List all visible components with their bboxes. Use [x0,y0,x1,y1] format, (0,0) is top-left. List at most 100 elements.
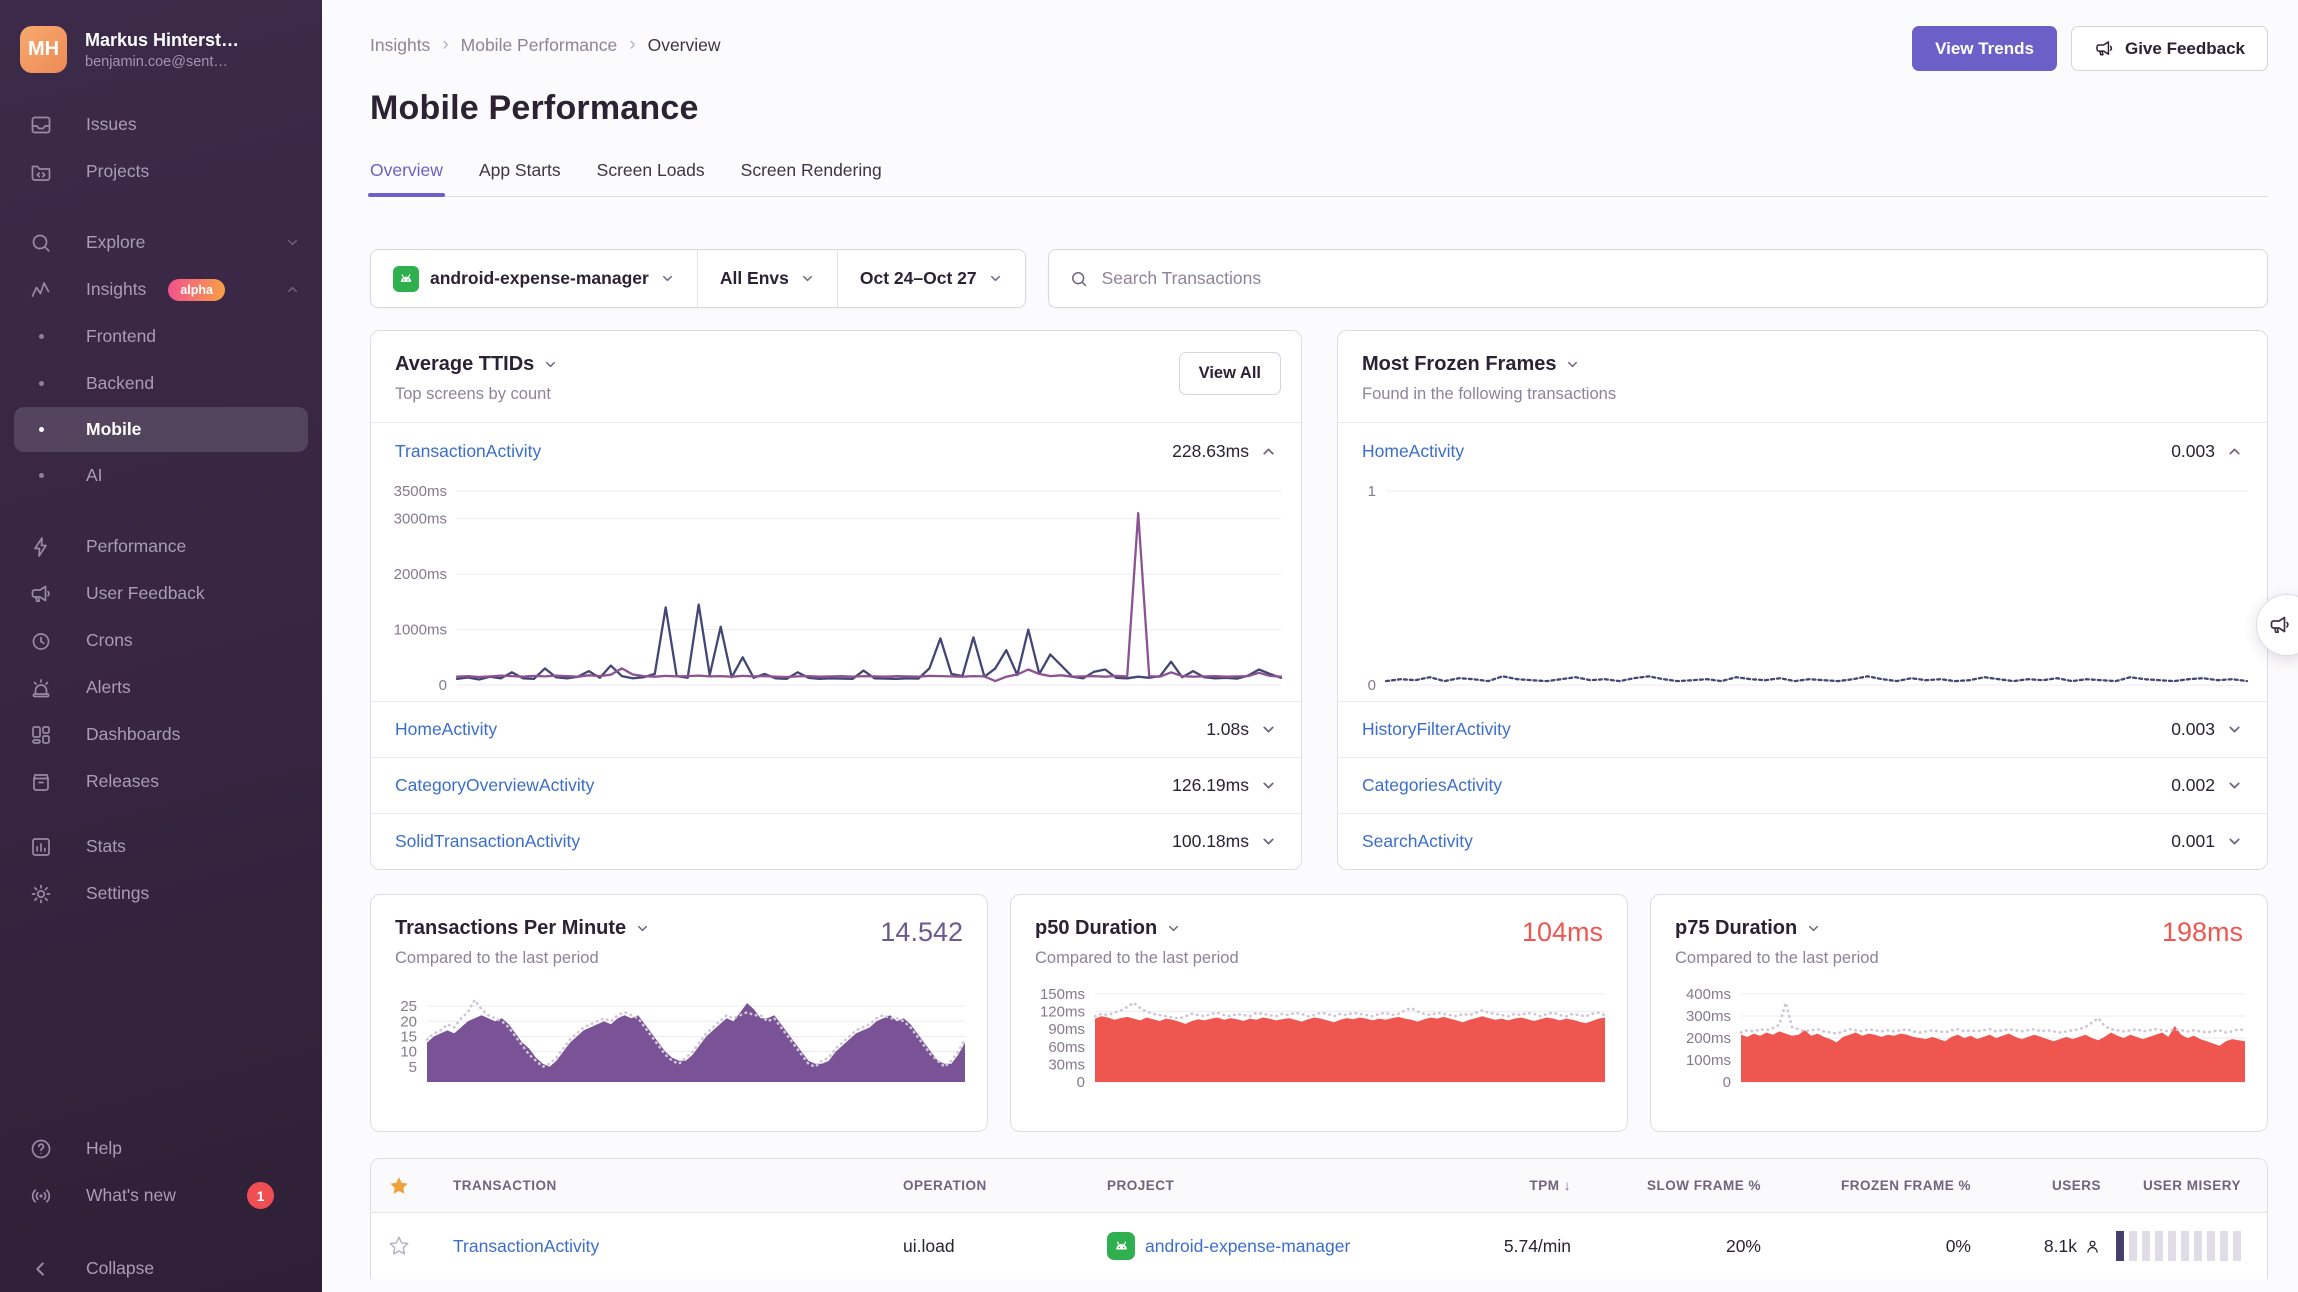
sidebar-item-explore[interactable]: Explore [0,219,322,266]
expand-icon[interactable] [1260,777,1277,794]
tab-screen-rendering[interactable]: Screen Rendering [741,160,882,196]
column-header-user-misery[interactable]: USER MISERY [2111,1178,2267,1193]
ttid-row[interactable]: CategoryOverviewActivity 126.19ms [371,757,1301,813]
column-header-operation[interactable]: OPERATION [877,1178,1081,1193]
p75-title[interactable]: p75 Duration [1675,917,2243,940]
frozen-row[interactable]: HistoryFilterActivity 0.003 [1338,701,2267,757]
panel-subtitle: Found in the following transactions [1362,385,2243,404]
ttid-line-chart[interactable]: 01000ms2000ms3000ms3500ms [375,481,1289,693]
transaction-link[interactable]: SearchActivity [1362,831,1473,852]
chevron-down-icon [635,921,650,936]
sidebar-item-frontend[interactable]: Frontend [0,313,322,360]
svg-text:3000ms: 3000ms [394,511,447,528]
p50-area-chart[interactable]: 030ms60ms90ms120ms150ms [1019,984,1613,1090]
expand-icon[interactable] [1260,721,1277,738]
sidebar-item-crons[interactable]: Crons [0,617,322,664]
breadcrumb-overview: Overview [648,35,721,56]
transaction-link[interactable]: HomeActivity [1362,441,1464,462]
ttid-row[interactable]: SolidTransactionActivity 100.18ms [371,813,1301,869]
expand-icon[interactable] [2226,721,2243,738]
expand-icon[interactable] [2226,777,2243,794]
frozen-frames-chart[interactable]: 01 [1342,481,2255,693]
column-header-users[interactable]: USERS [1981,1178,2111,1193]
column-header-slow-frame[interactable]: SLOW FRAME % [1581,1178,1771,1193]
ttid-expanded-row[interactable]: TransactionActivity 228.63ms [371,423,1301,479]
column-header-project[interactable]: PROJECT [1081,1178,1421,1193]
average-ttids-title[interactable]: Average TTIDs [395,353,1277,376]
search-icon [1069,269,1089,289]
sidebar-item-stats[interactable]: Stats [0,823,322,870]
sidebar-item-label: Settings [86,883,149,904]
transaction-link[interactable]: TransactionActivity [453,1236,599,1256]
sidebar-item-label: Releases [86,771,159,792]
frozen-expanded-row[interactable]: HomeActivity 0.003 [1338,423,2267,479]
breadcrumb-mobile-performance[interactable]: Mobile Performance [461,35,618,56]
star-outline-icon[interactable] [371,1235,427,1257]
svg-text:30ms: 30ms [1048,1056,1085,1073]
sidebar-item-backend[interactable]: Backend [0,360,322,407]
p75-area-chart[interactable]: 0100ms200ms300ms400ms [1659,984,2253,1090]
tab-app-starts[interactable]: App Starts [479,160,561,196]
search-input[interactable] [1102,268,2247,289]
tpm-area-chart[interactable]: 510152025 [379,984,973,1090]
date-range-selector[interactable]: Oct 24–Oct 27 [837,250,1025,307]
star-filled-icon[interactable] [371,1175,427,1197]
tab-screen-loads[interactable]: Screen Loads [597,160,705,196]
most-frozen-frames-title[interactable]: Most Frozen Frames [1362,353,2243,376]
transaction-link[interactable]: CategoriesActivity [1362,775,1502,796]
sidebar-item-whats-new[interactable]: What's new 1 [0,1172,322,1219]
p50-title[interactable]: p50 Duration [1035,917,1603,940]
expand-icon[interactable] [2226,833,2243,850]
sidebar-item-performance[interactable]: Performance [0,523,322,570]
frozen-row[interactable]: SearchActivity 0.001 [1338,813,2267,869]
transaction-link[interactable]: CategoryOverviewActivity [395,775,594,796]
svg-text:60ms: 60ms [1048,1039,1085,1056]
sidebar-item-help[interactable]: Help [0,1125,322,1172]
broadcast-icon [28,1183,54,1209]
column-header-transaction[interactable]: TRANSACTION [427,1178,877,1193]
sidebar-item-alerts[interactable]: Alerts [0,664,322,711]
collapse-icon[interactable] [2226,443,2243,460]
transaction-link[interactable]: SolidTransactionActivity [395,831,580,852]
gear-icon [28,881,54,907]
sidebar-item-insights[interactable]: Insights alpha [0,266,322,313]
sidebar-item-issues[interactable]: Issues [0,101,322,148]
tab-overview[interactable]: Overview [370,160,443,196]
sidebar-item-dashboards[interactable]: Dashboards [0,711,322,758]
project-link[interactable]: android-expense-manager [1145,1236,1350,1257]
sidebar-item-releases[interactable]: Releases [0,758,322,805]
project-selector[interactable]: android-expense-manager [371,250,697,307]
svg-text:90ms: 90ms [1048,1021,1085,1038]
page-filter-bar: android-expense-manager All Envs Oct 24–… [370,249,1026,308]
user-menu[interactable]: MH Markus Hinterst… benjamin.coe@sent… [0,0,322,83]
tpm-title[interactable]: Transactions Per Minute [395,917,963,940]
sidebar-item-mobile[interactable]: Mobile [14,407,308,452]
environment-selector[interactable]: All Envs [697,250,837,307]
panel-title-label: Most Frozen Frames [1362,353,1556,376]
ttid-row[interactable]: HomeActivity 1.08s [371,701,1301,757]
transaction-link[interactable]: HistoryFilterActivity [1362,719,1511,740]
chevron-down-icon [1166,921,1181,936]
tab-bar: Overview App Starts Screen Loads Screen … [370,160,2268,197]
svg-text:5: 5 [409,1059,417,1076]
sidebar-item-user-feedback[interactable]: User Feedback [0,570,322,617]
column-header-tpm[interactable]: TPM ↓ [1421,1178,1581,1193]
sidebar-item-settings[interactable]: Settings [0,870,322,917]
svg-text:25: 25 [400,998,417,1015]
view-all-button[interactable]: View All [1179,352,1281,395]
transaction-link[interactable]: TransactionActivity [395,441,541,462]
sidebar-item-projects[interactable]: Projects [0,148,322,195]
sidebar-collapse-button[interactable]: Collapse [0,1245,322,1292]
give-feedback-button[interactable]: Give Feedback [2071,26,2268,71]
expand-icon[interactable] [1260,833,1277,850]
sidebar-item-label: Collapse [86,1258,154,1279]
ttid-value: 228.63ms [1172,441,1249,462]
transaction-link[interactable]: HomeActivity [395,719,497,740]
view-trends-button[interactable]: View Trends [1912,26,2057,71]
collapse-icon[interactable] [1260,443,1277,460]
frozen-row[interactable]: CategoriesActivity 0.002 [1338,757,2267,813]
sidebar-item-ai[interactable]: AI [0,452,322,499]
column-header-frozen-frame[interactable]: FROZEN FRAME % [1771,1178,1981,1193]
breadcrumb-insights[interactable]: Insights [370,35,430,56]
help-icon [28,1136,54,1162]
